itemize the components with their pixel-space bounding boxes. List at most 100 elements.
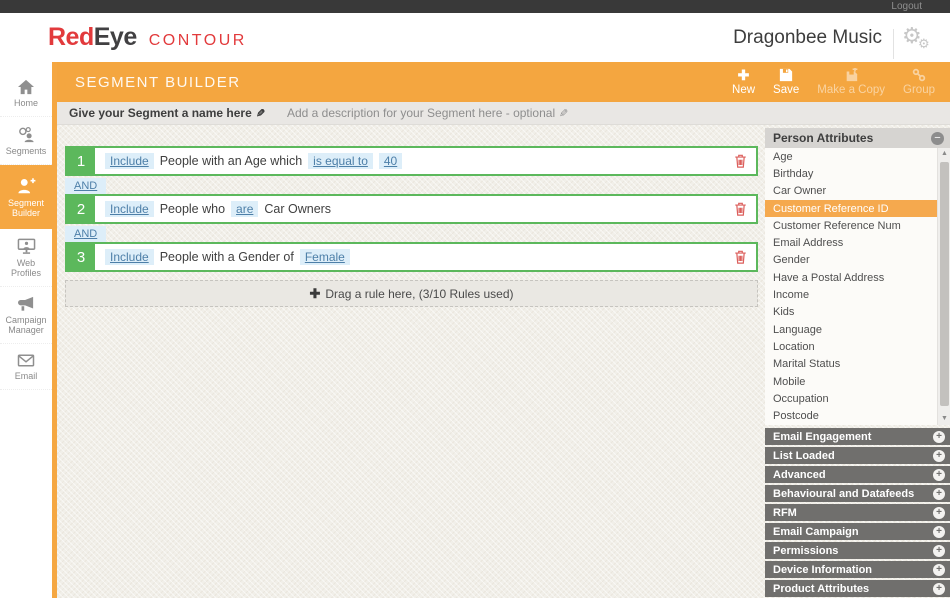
make-a-copy-button[interactable]: Make a Copy — [808, 66, 894, 98]
person-attributes-header[interactable]: Person Attributes − — [765, 128, 950, 148]
sidebar-item-email[interactable]: Email — [0, 344, 52, 390]
section-header[interactable]: Device Information+ — [765, 561, 950, 578]
attribute-item[interactable]: Occupation — [765, 390, 937, 407]
settings-gears-icon[interactable]: ⚙ ⚙ — [898, 25, 940, 59]
rule-text: Include People with a Gender of Female — [95, 244, 724, 270]
attribute-item[interactable]: Customer Reference Num — [765, 217, 937, 234]
attribute-item[interactable]: Birthday — [765, 165, 937, 182]
segment-builder-icon — [17, 177, 36, 195]
sidebar-item-home[interactable]: Home — [0, 70, 52, 117]
attribute-item[interactable]: Have a Postal Address — [765, 269, 937, 286]
web-profiles-icon — [17, 238, 36, 255]
segment-description-field[interactable]: Add a description for your Segment here … — [287, 106, 568, 120]
expand-icon[interactable]: + — [933, 450, 945, 462]
sidebar-item-web-profiles[interactable]: Web Profiles — [0, 229, 52, 287]
account-name: Dragonbee Music — [733, 27, 882, 49]
sidebar-item-campaign-manager[interactable]: Campaign Manager — [0, 287, 52, 344]
scroll-up-icon[interactable]: ▲ — [938, 148, 950, 160]
rule-token-link[interactable]: Include — [105, 153, 154, 169]
rule-row: 1IncludePeople with an Age whichis equal… — [65, 146, 758, 176]
expand-icon[interactable]: + — [933, 583, 945, 595]
section-title: List Loaded — [773, 450, 933, 462]
rule-token-link[interactable]: Include — [105, 201, 154, 217]
collapse-icon[interactable]: − — [931, 132, 944, 145]
section-header[interactable]: RFM+ — [765, 504, 950, 521]
sidebar-item-label: Segments — [2, 146, 50, 156]
expand-icon[interactable]: + — [933, 488, 945, 500]
expand-icon[interactable]: + — [933, 564, 945, 576]
delete-rule-button[interactable] — [724, 196, 756, 222]
trash-icon — [734, 250, 747, 264]
attribute-item[interactable]: Email Address — [765, 234, 937, 251]
attribute-item[interactable]: Car Owner — [765, 183, 937, 200]
expand-icon[interactable]: + — [933, 545, 945, 557]
rule-number: 2 — [67, 196, 95, 222]
drop-zone-label: Drag a rule here, (3/10 Rules used) — [325, 287, 513, 301]
attribute-item[interactable]: Age — [765, 148, 937, 165]
segment-name-field[interactable]: Give your Segment a name here✎ — [69, 106, 265, 120]
rule-token-link[interactable]: Include — [105, 249, 154, 265]
attribute-item[interactable]: Customer Reference ID — [765, 200, 937, 217]
section-header[interactable]: Behavioural and Datafeeds+ — [765, 485, 950, 502]
connector-and[interactable]: AND — [65, 226, 106, 242]
attribute-item[interactable]: Kids — [765, 304, 937, 321]
attribute-item[interactable]: Income — [765, 286, 937, 303]
plus-icon: ✚ — [309, 286, 320, 302]
section-title: Product Attributes — [773, 583, 933, 595]
rule-token-text: People with an Age which — [160, 154, 302, 168]
scroll-down-icon[interactable]: ▼ — [938, 413, 950, 425]
attribute-item[interactable]: Language — [765, 321, 937, 338]
new-button[interactable]: ✚ New — [723, 66, 764, 98]
section-header[interactable]: Email Engagement+ — [765, 428, 950, 445]
gear-icon: ⚙ — [918, 37, 930, 50]
attribute-item[interactable]: Gender — [765, 252, 937, 269]
group-button[interactable]: Group — [894, 66, 944, 98]
trash-icon — [734, 154, 747, 168]
attribute-item[interactable]: Postcode — [765, 407, 937, 424]
segment-builder-toolbar: SEGMENT BUILDER ✚ New Save Make a Copy G… — [57, 62, 950, 102]
section-title: Permissions — [773, 545, 933, 557]
rule-token-link[interactable]: 40 — [379, 153, 402, 169]
person-attributes-list: AgeBirthdayCar OwnerCustomer Reference I… — [765, 148, 937, 425]
expand-icon[interactable]: + — [933, 507, 945, 519]
section-header[interactable]: Email Campaign+ — [765, 523, 950, 540]
left-sidebar: Home Segments Segment Builder Web Profil… — [0, 62, 52, 598]
rule-token-text: People with a Gender of — [160, 250, 294, 264]
section-header[interactable]: Product Attributes+ — [765, 580, 950, 597]
scrollbar[interactable]: ▲ ▼ — [937, 148, 950, 425]
section-title: Device Information — [773, 564, 933, 576]
connector-and[interactable]: AND — [65, 178, 106, 194]
expand-icon[interactable]: + — [933, 469, 945, 481]
segment-meta-bar: Give your Segment a name here✎ Add a des… — [57, 102, 950, 125]
section-header[interactable]: Advanced+ — [765, 466, 950, 483]
section-header[interactable]: List Loaded+ — [765, 447, 950, 464]
sidebar-item-label: Segment Builder — [2, 198, 50, 218]
save-button[interactable]: Save — [764, 66, 808, 98]
top-bar: Logout — [0, 0, 950, 13]
sidebar-item-segment-builder[interactable]: Segment Builder — [0, 165, 52, 229]
expand-icon[interactable]: + — [933, 431, 945, 443]
delete-rule-button[interactable] — [724, 244, 756, 270]
brand-logo: RedEye CONTOUR — [48, 23, 247, 52]
rule-token-link[interactable]: are — [231, 201, 258, 217]
delete-rule-button[interactable] — [724, 148, 756, 174]
section-title: Email Engagement — [773, 431, 933, 443]
rule-drop-zone[interactable]: ✚ Drag a rule here, (3/10 Rules used) — [65, 280, 758, 307]
scrollbar-thumb[interactable] — [940, 162, 949, 406]
expand-icon[interactable]: + — [933, 526, 945, 538]
sidebar-item-segments[interactable]: Segments — [0, 117, 52, 165]
trash-icon — [734, 202, 747, 216]
attribute-item[interactable]: Location — [765, 338, 937, 355]
attribute-item[interactable]: Marital Status — [765, 356, 937, 373]
attribute-item[interactable]: Mobile — [765, 373, 937, 390]
app-header: RedEye CONTOUR Dragonbee Music ⚙ ⚙ — [0, 13, 950, 62]
save-icon — [773, 68, 799, 83]
attributes-panel: Person Attributes − AgeBirthdayCar Owner… — [765, 128, 950, 598]
section-header[interactable]: Permissions+ — [765, 542, 950, 559]
sidebar-item-label: Campaign Manager — [2, 315, 50, 335]
header-divider — [893, 29, 894, 59]
rule-token-link[interactable]: Female — [300, 249, 350, 265]
logout-link[interactable]: Logout — [891, 0, 922, 13]
rule-token-link[interactable]: is equal to — [308, 153, 373, 169]
app-window: Logout RedEye CONTOUR Dragonbee Music ⚙ … — [0, 0, 950, 598]
